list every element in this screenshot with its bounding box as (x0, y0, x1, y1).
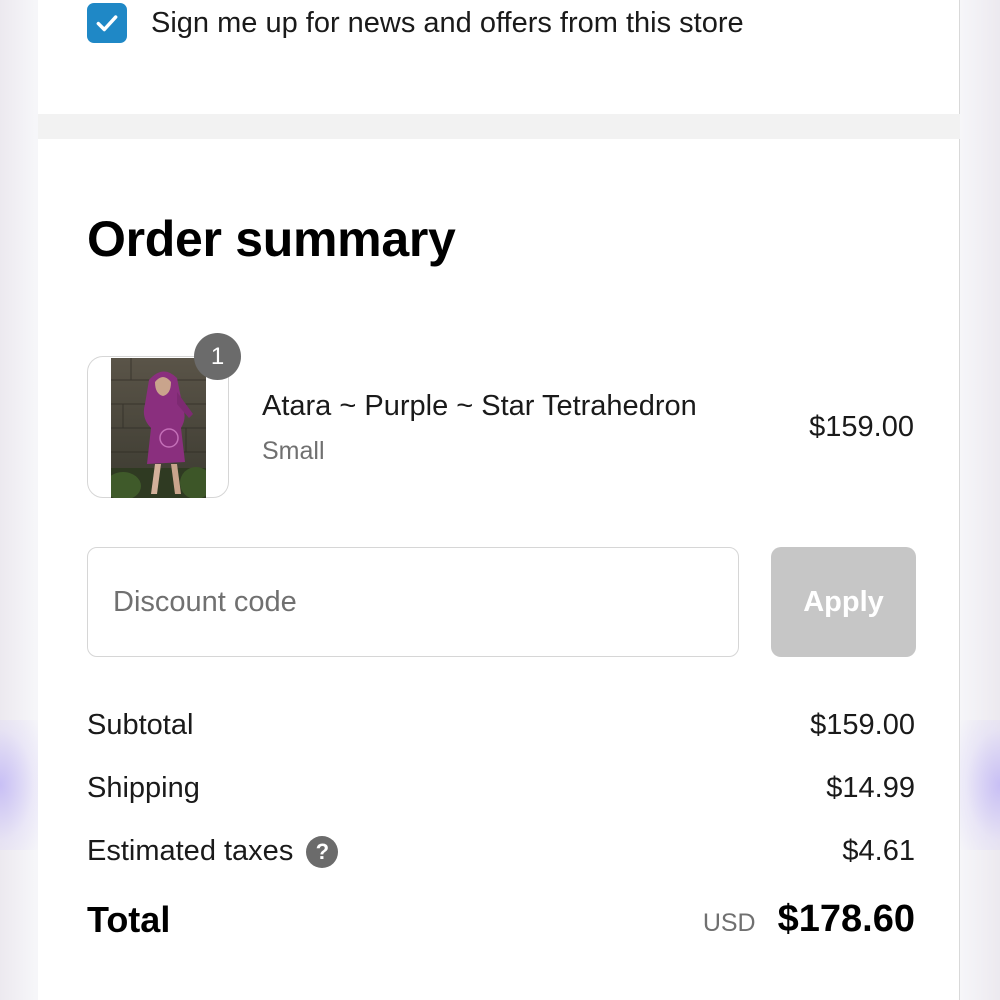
quantity-badge: 1 (194, 333, 241, 380)
background-glow-left (0, 720, 40, 850)
newsletter-checkbox[interactable] (87, 3, 127, 43)
taxes-label-group: Estimated taxes ? (87, 835, 339, 868)
shipping-value: $14.99 (826, 772, 915, 804)
discount-code-input[interactable] (87, 547, 739, 657)
product-name: Atara ~ Purple ~ Star Tetrahedron (262, 390, 697, 422)
total-label: Total (87, 898, 171, 940)
subtotal-row: Subtotal $159.00 (87, 709, 915, 742)
currency-code: USD (702, 909, 756, 937)
shipping-label: Shipping (87, 772, 200, 804)
taxes-row: Estimated taxes ? $4.61 (87, 835, 915, 868)
order-summary-title: Order summary (87, 211, 456, 267)
total-value-group: USD $178.60 (703, 898, 915, 941)
product-price: $159.00 (809, 411, 914, 443)
product-photo (111, 358, 206, 498)
subtotal-label: Subtotal (87, 709, 194, 741)
section-divider (38, 114, 960, 139)
total-row: Total USD $178.60 (87, 898, 915, 941)
taxes-value: $4.61 (842, 835, 915, 867)
shipping-row: Shipping $14.99 (87, 772, 915, 805)
checkmark-icon (96, 15, 118, 32)
apply-discount-button[interactable]: Apply (771, 547, 916, 657)
newsletter-label[interactable]: Sign me up for news and offers from this… (151, 7, 744, 40)
help-icon[interactable]: ? (306, 835, 339, 868)
newsletter-option[interactable]: Sign me up for news and offers from this… (87, 3, 744, 43)
background-glow-right (960, 720, 1000, 850)
subtotal-value: $159.00 (810, 709, 915, 741)
product-variant: Small (262, 437, 325, 465)
total-amount: $178.60 (777, 898, 915, 940)
taxes-label: Estimated taxes (87, 835, 294, 867)
